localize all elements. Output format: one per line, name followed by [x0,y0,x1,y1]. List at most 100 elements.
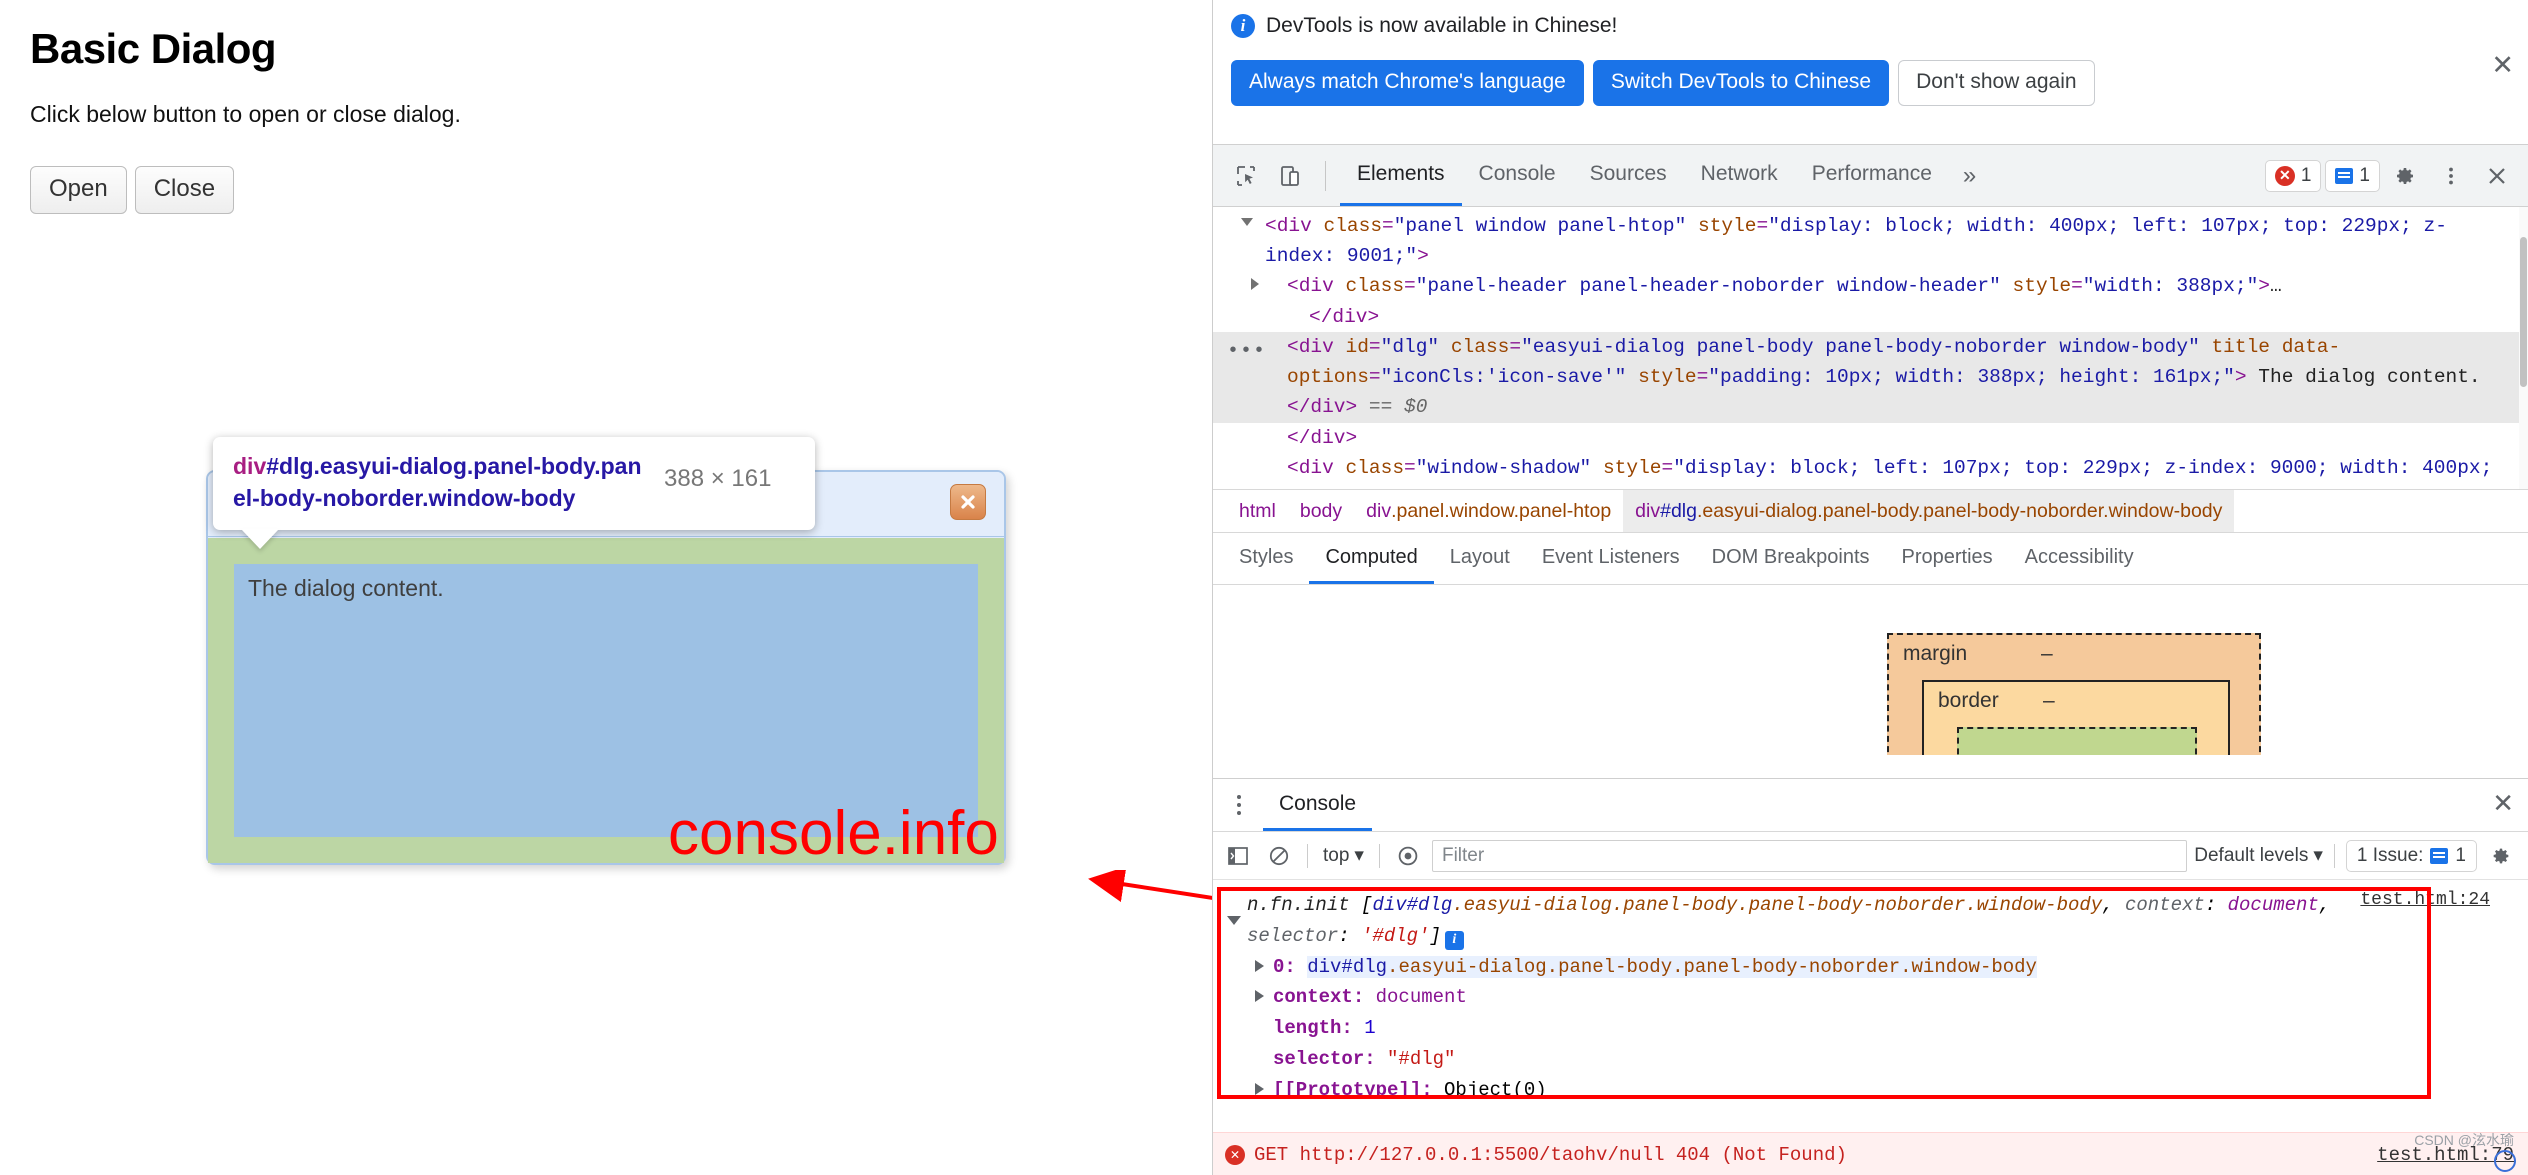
box-model-padding[interactable] [1957,727,2197,755]
console-filter-input[interactable] [1431,839,2188,872]
open-dialog-button[interactable]: Open [30,166,127,215]
dom-token: div [1276,215,1312,237]
box-model-border-label: border [1938,689,1999,712]
console-property-row[interactable]: [[Prototype]]: Object(0) [1247,1075,2528,1106]
devtools-tab-bar: Elements Console Sources Network Perform… [1340,145,1990,206]
console-property-value: 1 [1364,1017,1376,1040]
breadcrumb-item[interactable]: div #dlg .easyui-dialog.panel-body.panel-b… [1623,490,2235,532]
dom-tree-line[interactable]: </div> [1213,423,2528,453]
console-token: selector [1247,924,1339,947]
dom-tree[interactable]: <div class="panel window panel-htop" sty… [1213,207,2528,489]
console-token: : [1338,924,1362,947]
always-match-language-button[interactable]: Always match Chrome's language [1231,60,1584,106]
error-icon: ✕ [2274,165,2295,186]
console-property-key: selector: [1273,1047,1388,1070]
dom-line-more-icon[interactable]: ••• [1227,336,1266,367]
breadcrumb-item[interactable]: html [1227,490,1288,532]
dom-token: = [1661,456,1674,479]
dom-tree-line[interactable]: <div class="panel-header panel-header-no… [1213,271,2528,301]
box-model-border[interactable]: border – [1922,680,2230,755]
dom-tree-scrollbar-thumb[interactable] [2520,237,2527,387]
box-model-border-value[interactable]: – [2043,689,2055,713]
console-object-expand-caret[interactable] [1227,916,1241,925]
dom-tree-scrollbar[interactable] [2519,207,2528,489]
dom-tree-line[interactable]: ••• <div id="dlg" class="easyui-dialog pa… [1213,331,2528,423]
box-model-margin-value[interactable]: – [2041,642,2053,666]
switch-devtools-chinese-button[interactable]: Switch DevTools to Chinese [1592,60,1890,106]
console-toolbar-divider [1307,843,1308,868]
dom-token: "dlg" [1380,335,1440,358]
info-icon-console[interactable]: i [1444,930,1464,950]
dom-tree-line[interactable]: <div class="window-shadow" style="displa… [1213,453,2528,489]
breadcrumb-item[interactable]: div .panel.window.panel-htop [1354,490,1623,532]
dialog-close-icon[interactable] [950,484,986,520]
console-token: ] [1429,924,1441,947]
kebab-menu-icon[interactable] [1223,795,1255,815]
dom-token: "panel window panel-htop" [1393,215,1687,237]
dom-token: > [1345,426,1358,449]
dom-token: > [1345,396,1358,419]
gear-icon[interactable] [2384,155,2426,197]
chevron-right-icon[interactable] [1255,1082,1264,1095]
console-property-row[interactable]: context: document [1247,982,2528,1013]
box-model-margin-label: margin [1903,642,1968,665]
chevron-right-icon[interactable] [1255,990,1264,1003]
kebab-menu-icon[interactable] [2430,155,2472,197]
console-log-entry: test.html:24 n.fn.init [div#dlg.easyui-d… [1213,880,2528,1105]
tab-event-listeners[interactable]: Event Listeners [1526,533,1696,584]
dom-token: div [1332,305,1368,328]
tab-styles[interactable]: Styles [1223,533,1309,584]
tab-network[interactable]: Network [1684,145,1795,206]
show-console-sidebar-icon[interactable] [1221,839,1255,873]
chevron-down-icon[interactable] [1241,218,1253,232]
dom-tree-line[interactable]: <div class="panel window panel-htop" sty… [1213,211,2528,271]
device-toolbar-icon[interactable] [1269,155,1311,197]
live-expression-icon[interactable] [1391,839,1425,873]
tab-elements[interactable]: Elements [1340,145,1462,206]
dom-token: div [1310,426,1346,449]
inspect-element-icon[interactable] [1225,155,1267,197]
dom-token: id [1333,335,1369,358]
dom-token: div [1310,396,1346,419]
banner-close-icon[interactable]: ✕ [2491,52,2514,79]
console-issues-badge[interactable]: 1 Issue: 1 [2345,839,2477,872]
devtools-panel: i DevTools is now available in Chinese! … [1212,0,2528,1175]
dom-token: = [1756,215,1769,237]
more-tabs-icon[interactable]: » [1949,145,1990,206]
message-icon [2335,167,2354,184]
console-output[interactable]: test.html:24 n.fn.init [div#dlg.easyui-d… [1213,880,2528,1175]
tab-sources[interactable]: Sources [1573,145,1684,206]
tab-accessibility[interactable]: Accessibility [2009,533,2150,584]
console-entry-source-link[interactable]: test.html:24 [2360,890,2490,910]
clear-console-icon[interactable] [1262,839,1296,873]
tab-properties[interactable]: Properties [1886,533,2009,584]
tab-performance[interactable]: Performance [1795,145,1949,206]
breadcrumb-item[interactable]: body [1288,490,1354,532]
tab-layout[interactable]: Layout [1434,533,1526,584]
tab-console[interactable]: Console [1462,145,1573,206]
drawer-tab-console[interactable]: Console [1263,779,1373,831]
dont-show-again-button[interactable]: Don't show again [1898,60,2095,106]
close-icon[interactable] [2476,155,2518,197]
drawer-tab-bar: Console ✕ [1213,779,2528,832]
console-context-selector[interactable]: top ▾ [1319,844,1368,867]
gear-icon-console[interactable] [2484,839,2518,873]
message-count-badge[interactable]: 1 [2325,159,2380,192]
box-model-margin[interactable]: margin – border – [1887,633,2261,755]
chevron-right-icon[interactable] [1255,959,1264,972]
console-property-row[interactable]: 0: div#dlg.easyui-dialog.panel-body.pane… [1247,952,2528,983]
tab-dom-breakpoints[interactable]: DOM Breakpoints [1696,533,1886,584]
dom-token: < [1287,335,1299,358]
console-levels-selector[interactable]: Default levels ▾ [2194,844,2323,867]
console-property-row[interactable]: selector: "#dlg" [1247,1044,2528,1075]
console-toolbar: top ▾ Default levels ▾ 1 Issue: [1213,832,2528,880]
dom-token: style [1591,456,1662,479]
tab-computed[interactable]: Computed [1309,533,1434,584]
console-property-row[interactable]: length: 1 [1247,1013,2528,1044]
dom-tree-line[interactable]: </div> [1213,302,2528,332]
chevron-right-icon[interactable] [1251,278,1259,291]
drawer-close-icon[interactable]: ✕ [2492,790,2514,816]
close-dialog-button[interactable]: Close [134,166,235,215]
dom-token: </ [1287,396,1311,419]
error-count-badge[interactable]: ✕ 1 [2264,159,2322,192]
